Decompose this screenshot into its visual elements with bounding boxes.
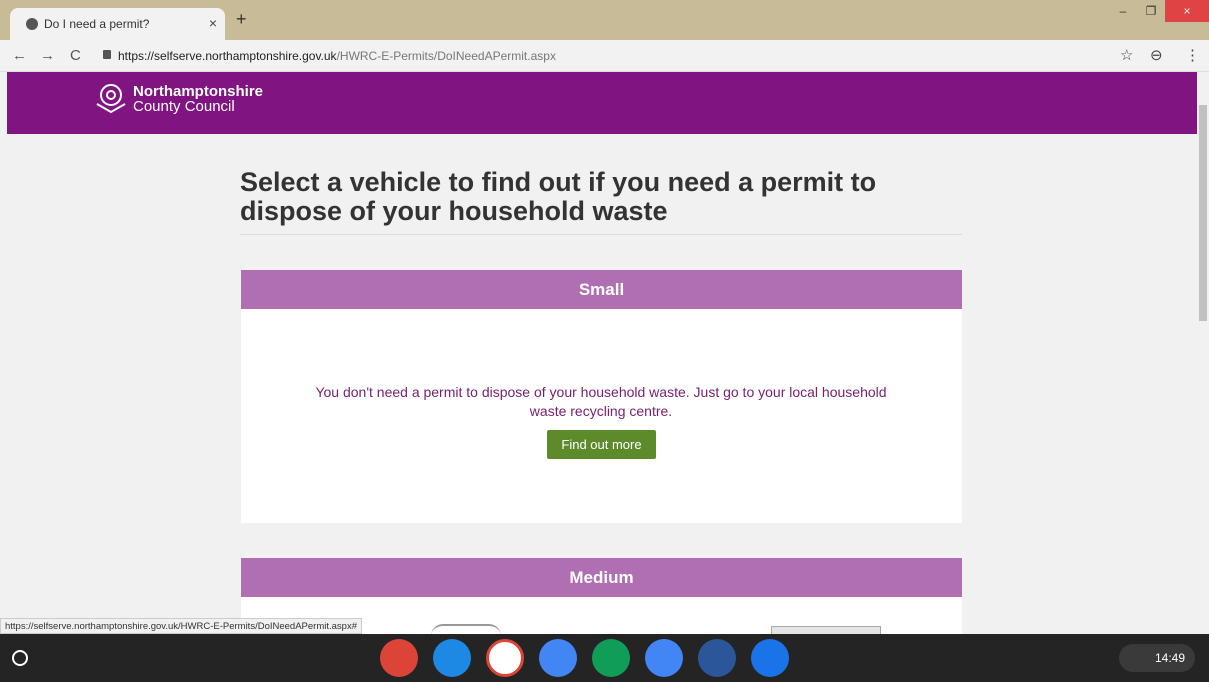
restore-button[interactable]: ❐: [1137, 0, 1165, 22]
window-controls: – ❐ ×: [1109, 0, 1209, 24]
scrollbar-thumb[interactable]: [1199, 105, 1207, 321]
gmail-icon[interactable]: [486, 639, 524, 677]
page-scrollbar[interactable]: [1197, 72, 1209, 634]
permit-message: You don't need a permit to dispose of yo…: [315, 384, 887, 419]
url-field[interactable]: https://selfserve.northamptonshire.gov.u…: [118, 49, 556, 63]
main-content: Select a vehicle to find out if you need…: [7, 134, 1197, 634]
os-shelf: 14:49: [0, 634, 1209, 682]
find-out-more-button[interactable]: Find out more: [547, 430, 656, 459]
account-icon[interactable]: ⊖: [1150, 46, 1163, 64]
site-header: Northamptonshire County Council: [7, 72, 1197, 134]
council-name-line1: Northamptonshire: [133, 83, 264, 100]
council-name[interactable]: Northamptonshire County Council: [133, 84, 263, 114]
hangouts-icon[interactable]: [592, 639, 630, 677]
title-divider: [240, 234, 962, 235]
url-path: /HWRC-E-Permits/DoINeedAPermit.aspx: [336, 49, 556, 63]
car-image: [431, 624, 501, 634]
council-name-line2: County Council: [133, 98, 235, 115]
new-tab-button[interactable]: +: [236, 9, 247, 30]
url-host: https://selfserve.northamptonshire.gov.u…: [118, 49, 337, 63]
card-heading: Medium: [241, 558, 962, 597]
files-icon[interactable]: [751, 639, 789, 677]
launcher-icon[interactable]: [12, 650, 28, 666]
tab-do-i-need-a-permit[interactable]: Do I need a permit? ×: [10, 8, 225, 40]
minimize-button[interactable]: –: [1109, 0, 1137, 22]
council-rose-logo-icon[interactable]: [93, 80, 129, 114]
page-title: Select a vehicle to find out if you need…: [240, 167, 877, 226]
van-image: [771, 626, 881, 634]
tab-close-icon[interactable]: ×: [209, 15, 217, 31]
status-bar-url: https://selfserve.northamptonshire.gov.u…: [0, 618, 362, 634]
bookmark-star-icon[interactable]: ☆: [1120, 46, 1133, 64]
forward-button[interactable]: →: [40, 47, 55, 64]
lock-icon: [103, 50, 111, 59]
chrome-remote-icon[interactable]: [645, 639, 683, 677]
browser-menu-icon[interactable]: ⋮: [1185, 46, 1200, 64]
docs-icon[interactable]: [539, 639, 577, 677]
card-heading: Small: [241, 270, 962, 309]
clock: 14:49: [1154, 651, 1185, 665]
system-tray[interactable]: 14:49: [1119, 644, 1195, 672]
vehicle-card-small[interactable]: Small You don't need a permit to dispose…: [241, 270, 962, 523]
address-bar-row: ← → C https://selfserve.northamptonshire…: [0, 40, 1209, 72]
close-window-button[interactable]: ×: [1165, 0, 1209, 22]
globe-icon: [26, 18, 38, 30]
cyberlink-icon[interactable]: [433, 639, 471, 677]
word-icon[interactable]: [698, 639, 736, 677]
reload-button[interactable]: C: [70, 47, 81, 64]
chrome-icon[interactable]: [380, 639, 418, 677]
back-button[interactable]: ←: [12, 47, 27, 64]
tab-strip: Do I need a permit? × + – ❐ ×: [0, 0, 1209, 40]
tab-title: Do I need a permit?: [44, 17, 150, 31]
app-icons: [380, 639, 789, 677]
